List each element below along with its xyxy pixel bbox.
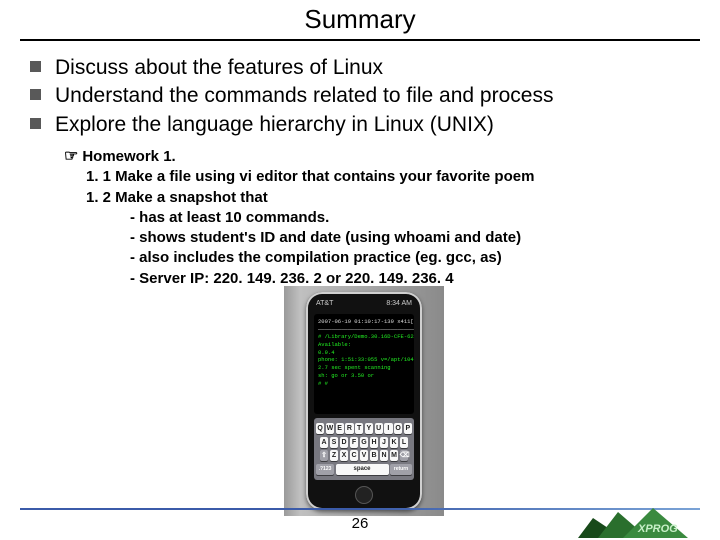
phone-carrier: AT&T (316, 300, 333, 307)
terminal-line: # # (318, 380, 410, 388)
terminal-line: Available: (318, 341, 410, 349)
keyboard-key: F (350, 437, 359, 448)
space-key: space (336, 464, 389, 475)
phone-statusbar: AT&T 8:34 AM (316, 300, 412, 307)
homework-item: 1. 2 Make a snapshot that (86, 188, 720, 208)
pointing-hand-icon: ☞ (64, 148, 78, 165)
phone-terminal: 2007-06-19 01:10:17-139 x411[1] d11─────… (314, 314, 414, 414)
keyboard-key: G (360, 437, 369, 448)
keyboard-key: R (345, 423, 353, 434)
numbers-key: .?123 (316, 464, 334, 475)
phone-body: AT&T 8:34 AM 2007-06-19 01:10:17-139 x41… (306, 292, 422, 510)
bullet-square-icon (30, 61, 41, 72)
keyboard-key: K (390, 437, 399, 448)
keyboard-key: V (360, 450, 369, 461)
terminal-line: sh: go or 3.50 or (318, 372, 410, 380)
terminal-line: 2007-06-19 01:10:17-139 x411[1] d11 (318, 318, 410, 326)
keyboard-key: B (370, 450, 379, 461)
keyboard-key: X (340, 450, 349, 461)
keyboard-row: ⇧ZXCVBNM⌫ (316, 450, 412, 461)
keyboard-key: C (350, 450, 359, 461)
homework-subitem: - shows student's ID and date (using who… (130, 228, 720, 248)
homework-item: 1. 1 Make a file using vi editor that co… (86, 167, 720, 187)
keyboard-key: D (340, 437, 349, 448)
bullet-text: Explore the language hierarchy in Linux … (55, 112, 494, 138)
keyboard-row: .?123spacereturn (316, 464, 412, 475)
keyboard-key: A (320, 437, 329, 448)
keyboard-key: O (394, 423, 402, 434)
slide-title: Summary (0, 4, 720, 35)
terminal-line: phone: 1:51:33:055 v=/apt/104.000 (318, 356, 410, 364)
bullet-item: Discuss about the features of Linux (30, 55, 720, 81)
terminal-line: 2.7 sec spent scanning (318, 364, 410, 372)
phone-image: AT&T 8:34 AM 2007-06-19 01:10:17-139 x41… (284, 286, 444, 516)
footer-logo: XPROG (578, 508, 708, 538)
bullet-item: Understand the commands related to file … (30, 83, 720, 109)
bullet-square-icon (30, 89, 41, 100)
phone-keyboard: QWERTYUIOP ASDFGHJKL ⇧ZXCVBNM⌫ .?123spacere… (314, 418, 414, 480)
title-rule (20, 39, 700, 41)
shift-key: ⇧ (320, 450, 329, 461)
keyboard-row: QWERTYUIOP (316, 423, 412, 434)
keyboard-key: L (400, 437, 409, 448)
homework-subitem: - has at least 10 commands. (130, 208, 720, 228)
keyboard-key: J (380, 437, 389, 448)
terminal-line: ─────────────────────────────── (318, 326, 410, 334)
home-button-icon (355, 486, 373, 504)
keyboard-key: Y (365, 423, 373, 434)
homework-heading-text: Homework 1. (82, 148, 175, 165)
homework-heading: ☞Homework 1. (64, 146, 720, 168)
bullet-text: Understand the commands related to file … (55, 83, 553, 109)
keyboard-key: M (390, 450, 399, 461)
bullet-text: Discuss about the features of Linux (55, 55, 383, 81)
bullet-item: Explore the language hierarchy in Linux … (30, 112, 720, 138)
terminal-line: # /Library/Demo.30.16D-CFE-62A ** (318, 333, 410, 341)
keyboard-key: Z (330, 450, 339, 461)
homework-block: ☞Homework 1. 1. 1 Make a file using vi e… (64, 146, 720, 289)
homework-subitem: - also includes the compilation practice… (130, 248, 720, 268)
keyboard-key: T (355, 423, 363, 434)
phone-time: 8:34 AM (386, 300, 412, 307)
return-key: return (390, 464, 412, 475)
keyboard-row: ASDFGHJKL (316, 437, 412, 448)
bullet-list: Discuss about the features of Linux Unde… (30, 55, 720, 138)
keyboard-key: I (384, 423, 392, 434)
keyboard-key: S (330, 437, 339, 448)
bullet-square-icon (30, 118, 41, 129)
keyboard-key: W (326, 423, 334, 434)
keyboard-key: E (336, 423, 344, 434)
delete-key: ⌫ (400, 450, 409, 461)
keyboard-key: N (380, 450, 389, 461)
keyboard-key: H (370, 437, 379, 448)
terminal-line: 0.9.4 (318, 349, 410, 357)
keyboard-key: Q (316, 423, 324, 434)
svg-text:XPROG: XPROG (637, 523, 678, 535)
keyboard-key: P (404, 423, 412, 434)
keyboard-key: U (375, 423, 383, 434)
